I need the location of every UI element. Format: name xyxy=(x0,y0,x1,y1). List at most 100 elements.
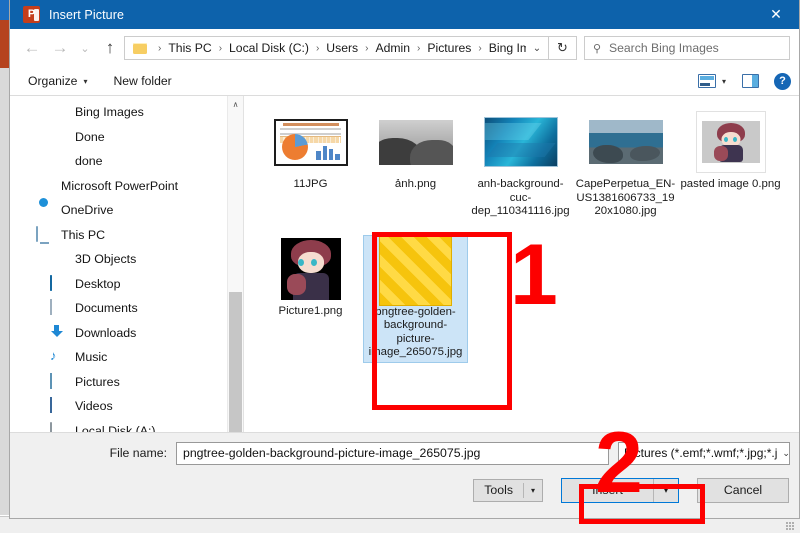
file-name-label: Picture1.png xyxy=(260,305,361,319)
file-name-input[interactable]: pngtree-golden-background-picture-image_… xyxy=(176,442,609,465)
sidebar-item-label: This PC xyxy=(61,228,105,242)
recent-locations-button[interactable]: ⌄ xyxy=(74,34,96,62)
forward-button[interactable]: → xyxy=(46,34,74,62)
insert-button-group[interactable]: Insert ▾ xyxy=(561,478,679,503)
breadcrumb[interactable]: › This PC › Local Disk (C:) › Users › Ad… xyxy=(124,36,549,60)
breadcrumb-item-this-pc[interactable]: This PC xyxy=(167,41,212,55)
file-name-label: ảnh.png xyxy=(365,178,466,192)
sidebar-item-label: Microsoft PowerPoint xyxy=(61,179,178,193)
sidebar-item-pictures[interactable]: Pictures xyxy=(10,370,243,395)
sidebar-item-documents[interactable]: Documents xyxy=(10,296,243,321)
videos-icon xyxy=(50,398,67,414)
sidebar-item-done-upper[interactable]: Done xyxy=(10,125,243,150)
sidebar-item-label: Downloads xyxy=(75,326,136,340)
insert-button[interactable]: Insert xyxy=(562,479,654,502)
command-bar: Organize ▾ New folder ▾ ? xyxy=(10,67,799,96)
sidebar-item-label: Pictures xyxy=(75,375,120,389)
sidebar-item-onedrive[interactable]: OneDrive xyxy=(10,198,243,223)
new-folder-button[interactable]: New folder xyxy=(113,74,171,88)
sidebar-item-label: OneDrive xyxy=(61,203,113,217)
anime-character-white-thumbnail xyxy=(692,111,770,173)
computer-icon xyxy=(36,227,53,243)
breadcrumb-separator: › xyxy=(417,43,420,54)
breadcrumb-separator: › xyxy=(365,43,368,54)
file-type-value: Pictures (*.emf;*.wmf;*.jpg;*.j xyxy=(624,446,777,460)
sidebar-item-videos[interactable]: Videos xyxy=(10,394,243,419)
chevron-down-icon: ⌄ xyxy=(777,448,790,459)
sidebar-item-3d-objects[interactable]: 3D Objects xyxy=(10,247,243,272)
breadcrumb-list: › This PC › Local Disk (C:) › Users › Ad… xyxy=(152,41,526,55)
app-left-accent-stripe xyxy=(0,20,9,68)
3d-objects-icon xyxy=(50,251,67,267)
powerpoint-icon: P xyxy=(23,6,40,23)
file-name-field-label: File name: xyxy=(10,446,176,460)
organize-button[interactable]: Organize ▾ xyxy=(28,74,87,88)
dialog-body: Bing Images Done done P Microso xyxy=(10,96,799,462)
scrollbar-thumb[interactable] xyxy=(229,292,242,442)
sidebar-item-this-pc[interactable]: This PC xyxy=(10,223,243,248)
breadcrumb-item-users[interactable]: Users xyxy=(325,41,359,55)
file-name-label: 11JPG xyxy=(260,178,361,192)
sidebar-item-bing-images[interactable]: Bing Images xyxy=(10,100,243,125)
golden-gradient-thumbnail xyxy=(377,239,455,301)
preview-pane-icon[interactable] xyxy=(742,74,759,88)
chevron-down-icon[interactable]: ▾ xyxy=(719,77,733,86)
sidebar-item-downloads[interactable]: Downloads xyxy=(10,321,243,346)
chevron-down-icon[interactable]: ⌄ xyxy=(526,43,548,54)
music-icon: ♪ xyxy=(50,349,67,365)
organize-label: Organize xyxy=(28,74,77,88)
file-tile[interactable]: CapePerpetua_EN-US1381606733_1920x1080.j… xyxy=(573,108,678,221)
view-layout-icon[interactable] xyxy=(698,74,716,88)
back-button[interactable]: ← xyxy=(18,34,46,62)
file-tile[interactable]: Picture1.png xyxy=(258,235,363,363)
desktop-icon xyxy=(50,276,67,292)
sidebar-item-label: Documents xyxy=(75,301,138,315)
cloud-icon xyxy=(36,202,53,218)
sidebar-item-label: Desktop xyxy=(75,277,120,291)
insert-dropdown-icon[interactable]: ▾ xyxy=(654,479,678,502)
new-folder-label: New folder xyxy=(113,74,171,88)
breadcrumb-separator: › xyxy=(158,43,161,54)
footer-buttons: Tools ▾ Insert ▾ Cancel xyxy=(10,473,799,507)
breadcrumb-separator: › xyxy=(219,43,222,54)
up-button[interactable]: ↑ xyxy=(96,34,124,62)
help-icon[interactable]: ? xyxy=(774,73,791,90)
sidebar-scrollbar[interactable]: ∧ ∨ xyxy=(227,96,243,462)
powerpoint-icon: P xyxy=(36,178,53,194)
document-chart-thumbnail xyxy=(272,111,350,173)
sidebar-item-microsoft-powerpoint[interactable]: P Microsoft PowerPoint xyxy=(10,174,243,199)
search-input[interactable]: ⚲ Search Bing Images xyxy=(584,36,790,60)
address-bar: ← → ⌄ ↑ › This PC › Local Disk (C:) › Us… xyxy=(10,29,799,67)
breadcrumb-item-pictures[interactable]: Pictures xyxy=(426,41,472,55)
sidebar-item-done-lower[interactable]: done xyxy=(10,149,243,174)
file-tile[interactable]: anh-background-cuc-dep_110341116.jpg xyxy=(468,108,573,221)
tools-button[interactable]: Tools ▾ xyxy=(473,479,543,502)
breadcrumb-item-bing-images[interactable]: Bing Images xyxy=(488,41,526,55)
file-name-label: anh-background-cuc-dep_110341116.jpg xyxy=(470,178,571,219)
refresh-icon[interactable]: ↻ xyxy=(549,36,577,60)
documents-icon xyxy=(50,300,67,316)
sidebar-item-music[interactable]: ♪ Music xyxy=(10,345,243,370)
sidebar-item-label: Bing Images xyxy=(75,105,144,119)
sidebar-item-label: Done xyxy=(75,130,105,144)
close-icon[interactable]: ✕ xyxy=(753,0,799,29)
cancel-button[interactable]: Cancel xyxy=(697,478,789,503)
file-tile[interactable]: 11JPG xyxy=(258,108,363,221)
dialog-title: Insert Picture xyxy=(49,8,124,22)
file-name-label: pngtree-golden-background-picture-image_… xyxy=(366,306,465,360)
scroll-up-icon[interactable]: ∧ xyxy=(228,96,243,112)
file-tile[interactable]: pasted image 0.png xyxy=(678,108,783,221)
sidebar-item-desktop[interactable]: Desktop xyxy=(10,272,243,297)
file-tile-selected[interactable]: pngtree-golden-background-picture-image_… xyxy=(363,235,468,363)
folder-icon xyxy=(50,104,67,120)
search-placeholder: Search Bing Images xyxy=(609,41,719,55)
breadcrumb-item-local-disk-c[interactable]: Local Disk (C:) xyxy=(228,41,310,55)
file-type-select[interactable]: Pictures (*.emf;*.wmf;*.jpg;*.j ⌄ xyxy=(618,442,790,465)
folder-icon xyxy=(50,129,67,145)
file-tile[interactable]: ảnh.png xyxy=(363,108,468,221)
downloads-icon xyxy=(50,325,67,341)
chevron-down-icon: ▾ xyxy=(524,486,542,495)
sidebar-list: Bing Images Done done P Microso xyxy=(10,96,243,462)
file-list-pane[interactable]: 11JPG ảnh.png anh-background-cuc-dep_110… xyxy=(244,96,799,462)
breadcrumb-item-admin[interactable]: Admin xyxy=(374,41,411,55)
